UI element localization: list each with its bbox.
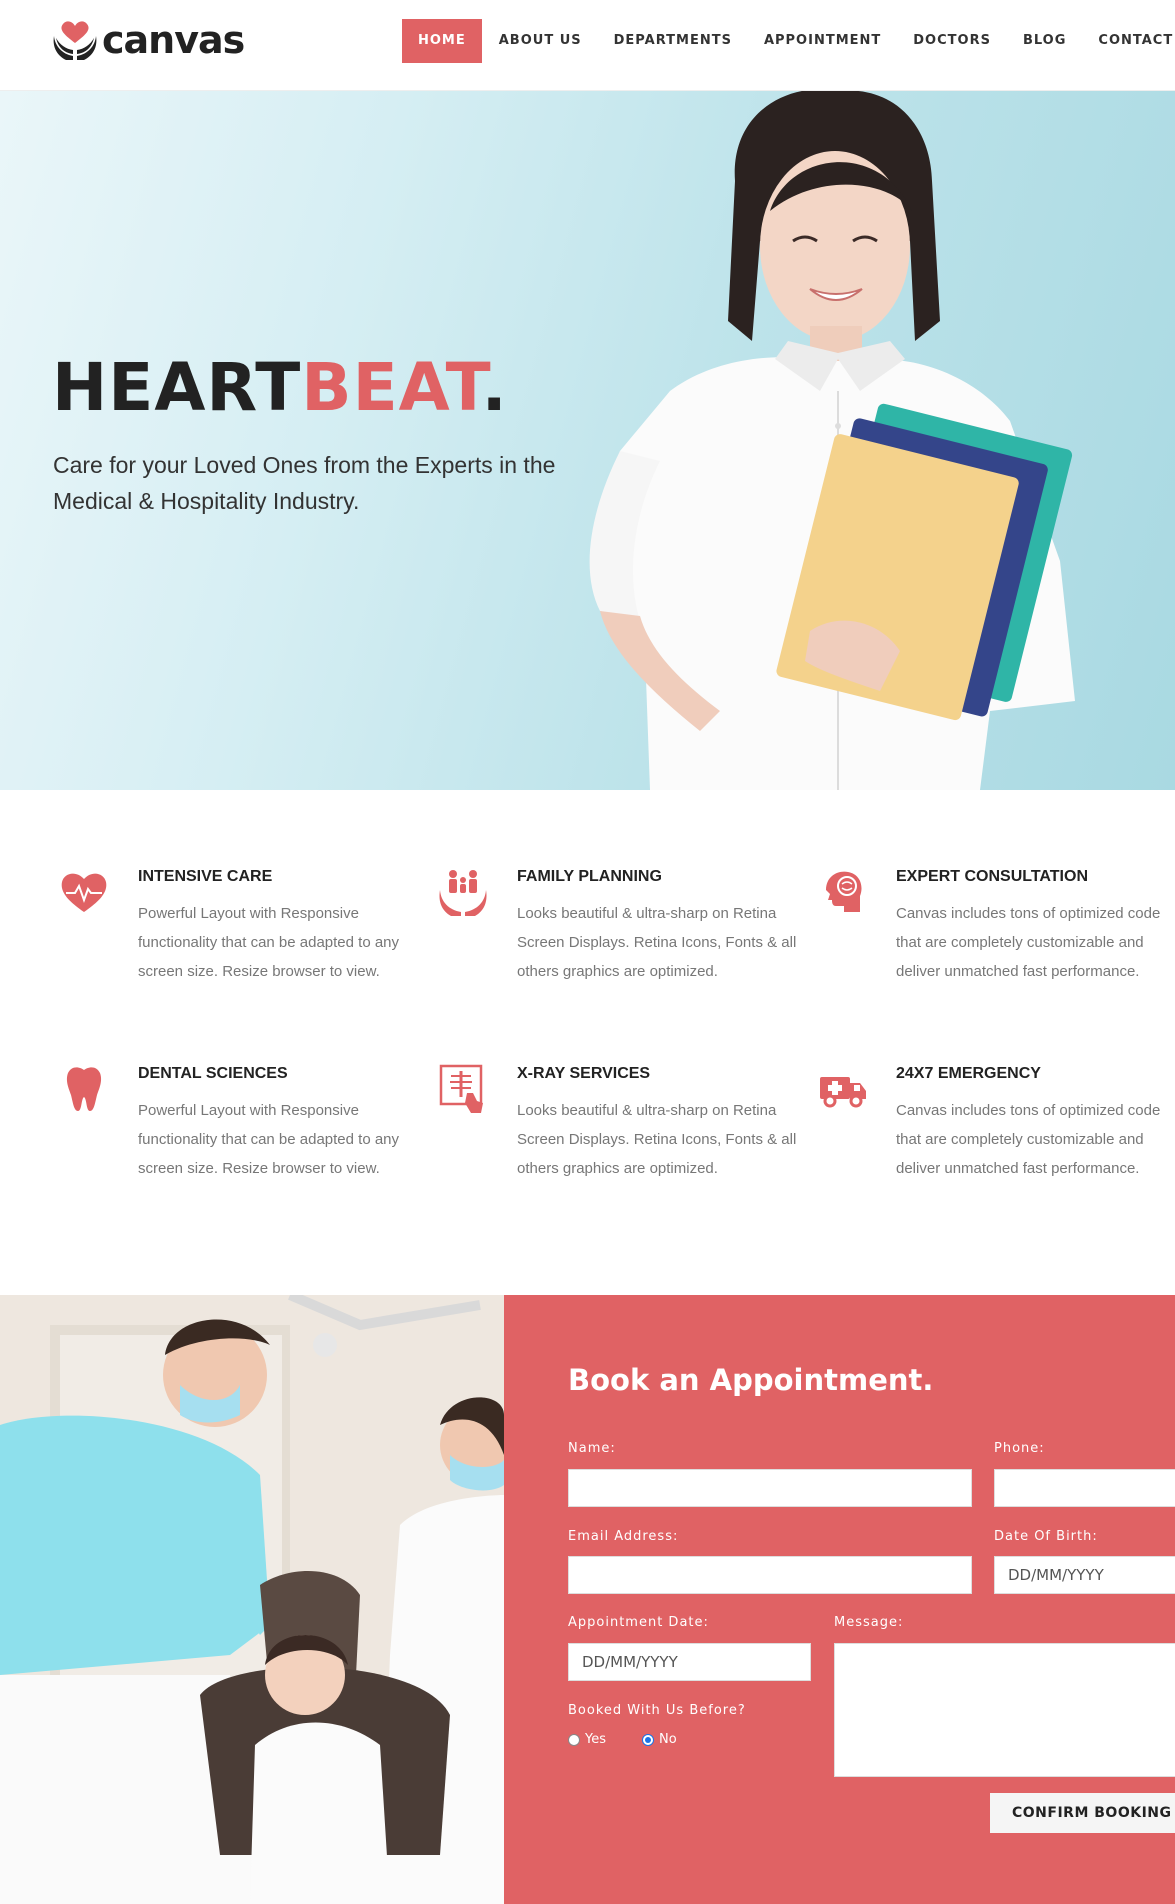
name-label: Name: bbox=[568, 1441, 616, 1456]
xray-icon bbox=[439, 1064, 483, 1113]
service-title: X-RAY SERVICES bbox=[517, 1065, 651, 1082]
service-title: 24X7 EMERGENCY bbox=[896, 1065, 1041, 1082]
service-description: Looks beautiful & ultra-sharp on Retina … bbox=[517, 905, 797, 980]
site-header: canvas HOME ABOUT US DEPARTMENTS APPOINT… bbox=[0, 0, 1175, 91]
appointment-date-input[interactable] bbox=[568, 1643, 811, 1681]
service-description: Powerful Layout with Responsive function… bbox=[138, 905, 400, 980]
heart-hands-logo-icon bbox=[53, 21, 97, 60]
message-label: Message: bbox=[834, 1615, 904, 1630]
appointment-form-title: Book an Appointment. bbox=[568, 1363, 934, 1397]
dentist-with-child-illustration bbox=[0, 1295, 504, 1904]
booked-before-no-label[interactable]: No bbox=[659, 1732, 677, 1747]
service-title: DENTAL SCIENCES bbox=[138, 1065, 288, 1082]
name-input[interactable] bbox=[568, 1469, 972, 1507]
service-description: Canvas includes tons of optimized code t… bbox=[896, 905, 1161, 980]
nav-item-blog[interactable]: BLOG bbox=[1023, 19, 1066, 63]
booked-before-yes-label[interactable]: Yes bbox=[585, 1732, 606, 1747]
booked-before-yes-radio[interactable] bbox=[568, 1733, 580, 1746]
phone-label: Phone: bbox=[994, 1441, 1045, 1456]
confirm-booking-button[interactable]: CONFIRM BOOKING bbox=[990, 1793, 1175, 1833]
appointment-date-label: Appointment Date: bbox=[568, 1615, 709, 1630]
hero-section: HEARTBEAT. Care for your Loved Ones from… bbox=[0, 91, 1175, 790]
nav-item-departments[interactable]: DEPARTMENTS bbox=[614, 19, 732, 63]
booked-before-label: Booked With Us Before? bbox=[568, 1703, 746, 1718]
service-description: Powerful Layout with Responsive function… bbox=[138, 1102, 400, 1177]
service-description: Canvas includes tons of optimized code t… bbox=[896, 1102, 1161, 1177]
nav-item-doctors[interactable]: DOCTORS bbox=[913, 19, 991, 63]
email-label: Email Address: bbox=[568, 1529, 679, 1544]
booked-before-no-radio[interactable] bbox=[642, 1733, 654, 1746]
family-hands-icon bbox=[439, 870, 487, 916]
nurse-with-folders-image bbox=[589, 91, 1075, 790]
head-brain-icon bbox=[826, 871, 862, 912]
site-logo[interactable]: canvas bbox=[52, 18, 245, 62]
service-title: INTENSIVE CARE bbox=[138, 868, 273, 885]
dob-label: Date Of Birth: bbox=[994, 1529, 1098, 1544]
service-description: Looks beautiful & ultra-sharp on Retina … bbox=[517, 1102, 797, 1177]
brand-name: canvas bbox=[102, 18, 245, 62]
nav-item-contact[interactable]: CONTACT bbox=[1098, 19, 1173, 63]
ambulance-icon bbox=[820, 1077, 866, 1108]
message-textarea[interactable] bbox=[834, 1643, 1175, 1777]
dob-input[interactable] bbox=[994, 1556, 1175, 1594]
hero-title: HEARTBEAT. bbox=[52, 349, 508, 426]
nav-item-home[interactable]: HOME bbox=[402, 19, 482, 63]
nav-item-about-us[interactable]: ABOUT US bbox=[499, 19, 582, 63]
services-section: INTENSIVE CARE Powerful Layout with Resp… bbox=[0, 790, 1175, 1295]
appointment-form-section: Book an Appointment. Name: Phone: Email … bbox=[504, 1295, 1175, 1904]
booked-before-radio-group: Yes No bbox=[568, 1732, 677, 1747]
dentist-clinic-image bbox=[0, 1295, 504, 1904]
tooth-icon bbox=[66, 1067, 102, 1111]
nav-item-appointment[interactable]: APPOINTMENT bbox=[764, 19, 881, 63]
main-nav: HOME ABOUT US DEPARTMENTS APPOINTMENT DO… bbox=[402, 19, 1173, 63]
service-title: FAMILY PLANNING bbox=[517, 868, 662, 885]
service-title: EXPERT CONSULTATION bbox=[896, 868, 1088, 885]
email-input[interactable] bbox=[568, 1556, 972, 1594]
phone-input[interactable] bbox=[994, 1469, 1175, 1507]
heart-pulse-icon bbox=[61, 873, 107, 912]
hero-subtitle: Care for your Loved Ones from the Expert… bbox=[53, 452, 556, 514]
